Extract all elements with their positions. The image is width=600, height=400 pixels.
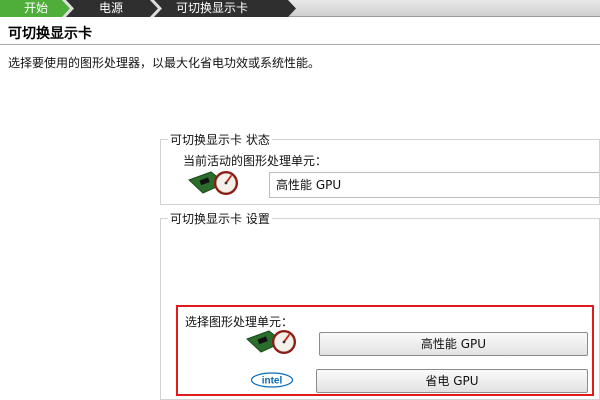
title-divider [0,44,600,45]
page-title: 可切换显示卡 [8,26,92,42]
page-description: 选择要使用的图形处理器，以最大化省电功效或系统性能。 [8,56,321,70]
breadcrumb-power[interactable]: 电源 [99,1,123,16]
amd-gpu-gauge-icon [246,330,296,354]
breadcrumb-arrows [0,0,296,17]
current-gpu-label: 当前活动的图形处理单元： [183,154,328,168]
status-group-legend: 可切换显示卡 状态 [168,131,272,148]
catalyst-control-center-page: 开始 电源 可切换显示卡 可切换显示卡 选择要使用的图形处理器，以最大化省电功效… [0,0,600,400]
intel-logo-icon: intel [250,372,294,388]
breadcrumb-switchable-graphics[interactable]: 可切换显示卡 [176,1,248,16]
breadcrumb-start[interactable]: 开始 [24,1,48,16]
svg-text:intel: intel [262,376,283,387]
breadcrumb: 开始 电源 可切换显示卡 [0,0,600,17]
amd-gpu-gauge-icon [188,171,238,195]
settings-group-legend: 可切换显示卡 设置 [168,210,272,227]
high-performance-gpu-button[interactable]: 高性能 GPU [319,332,588,356]
power-saving-gpu-button[interactable]: 省电 GPU [316,369,588,393]
current-gpu-value: 高性能 GPU [269,172,599,198]
